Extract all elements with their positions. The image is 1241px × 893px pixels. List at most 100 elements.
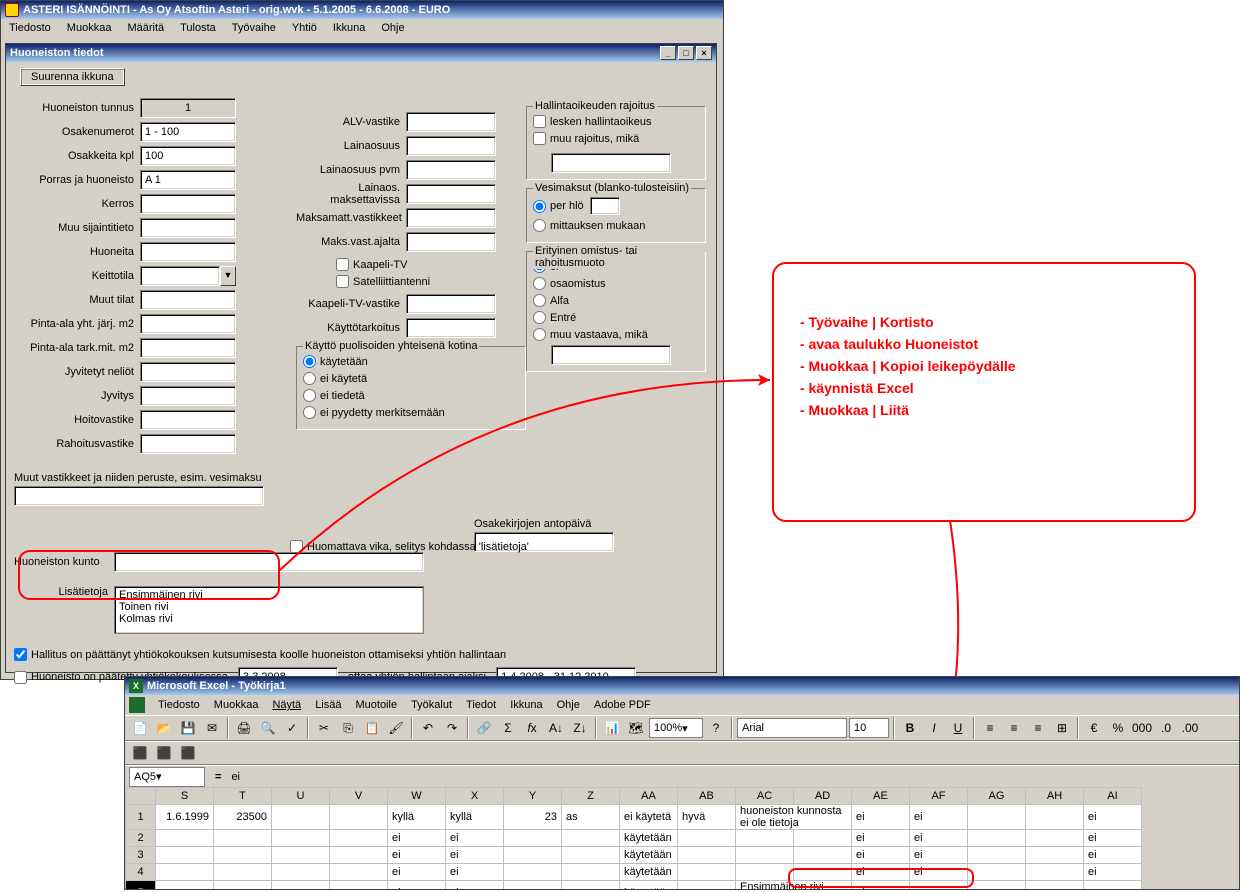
- print-icon[interactable]: 🖨: [233, 717, 255, 739]
- hallitus-checkbox[interactable]: [14, 648, 27, 661]
- e-entre-radio[interactable]: [533, 311, 546, 324]
- huoneita-field[interactable]: [140, 242, 236, 262]
- zoom-combo[interactable]: 100% ▾: [649, 718, 703, 738]
- rahoitusvastike-field[interactable]: [140, 434, 236, 454]
- xmenu-tyokalut[interactable]: Työkalut: [404, 696, 459, 714]
- percent-icon[interactable]: %: [1107, 717, 1129, 739]
- muutilat-field[interactable]: [140, 290, 236, 310]
- sum-icon[interactable]: Σ: [497, 717, 519, 739]
- inc-decimal-icon[interactable]: .0: [1155, 717, 1177, 739]
- eitiedeta-radio[interactable]: [303, 389, 316, 402]
- kerros-field[interactable]: [140, 194, 236, 214]
- merge-icon[interactable]: ⊞: [1051, 717, 1073, 739]
- jyvitys-field[interactable]: [140, 386, 236, 406]
- xmenu-nayta[interactable]: Näytä: [265, 696, 308, 714]
- menu-yhtio[interactable]: Yhtiö: [284, 19, 325, 39]
- e-muu-field[interactable]: [551, 345, 671, 365]
- cell-ref-box[interactable]: AQ5 ▾: [129, 767, 205, 787]
- dec-decimal-icon[interactable]: .00: [1179, 717, 1201, 739]
- pdf2-icon[interactable]: ⬛: [153, 742, 175, 764]
- xmenu-tiedot[interactable]: Tiedot: [459, 696, 503, 714]
- eipyydetty-radio[interactable]: [303, 406, 316, 419]
- new-icon[interactable]: 📄: [129, 717, 151, 739]
- bold-icon[interactable]: B: [899, 717, 921, 739]
- fx-icon[interactable]: fx: [521, 717, 543, 739]
- keittotila-dropdown-icon[interactable]: ▼: [220, 266, 236, 286]
- menu-maarita[interactable]: Määritä: [119, 19, 172, 39]
- col-S[interactable]: S: [156, 788, 214, 805]
- underline-icon[interactable]: U: [947, 717, 969, 739]
- col-Y[interactable]: Y: [504, 788, 562, 805]
- huomattava-checkbox[interactable]: [290, 540, 303, 553]
- col-AD[interactable]: AD: [794, 788, 852, 805]
- col-AF[interactable]: AF: [910, 788, 968, 805]
- muut-vastikkeet-field[interactable]: [14, 486, 264, 506]
- col-AH[interactable]: AH: [1026, 788, 1084, 805]
- align-left-icon[interactable]: ≡: [979, 717, 1001, 739]
- sub-title-bar[interactable]: Huoneiston tiedot _ □ ×: [6, 44, 716, 62]
- menu-muokkaa[interactable]: Muokkaa: [59, 19, 120, 39]
- vesi-mitt-radio[interactable]: [533, 219, 546, 232]
- col-AA[interactable]: AA: [620, 788, 678, 805]
- menu-tulosta[interactable]: Tulosta: [172, 19, 224, 39]
- xmenu-ikkuna[interactable]: Ikkuna: [503, 696, 549, 714]
- col-AE[interactable]: AE: [852, 788, 910, 805]
- kayttotark-field[interactable]: [406, 318, 496, 338]
- col-W[interactable]: W: [388, 788, 446, 805]
- undo-icon[interactable]: ↶: [417, 717, 439, 739]
- porras-field[interactable]: [140, 170, 236, 190]
- satelliitti-checkbox[interactable]: [336, 275, 349, 288]
- menu-tyovaihe[interactable]: Työvaihe: [224, 19, 284, 39]
- maksvast-field[interactable]: [406, 232, 496, 252]
- lainamak-field[interactable]: [406, 184, 496, 204]
- e-osa-radio[interactable]: [533, 277, 546, 290]
- lesken-checkbox[interactable]: [533, 115, 546, 128]
- pdf-icon[interactable]: ⬛: [129, 742, 151, 764]
- tunnus-field[interactable]: [140, 98, 236, 118]
- kaapelitv-field[interactable]: [406, 294, 496, 314]
- xmenu-adobe[interactable]: Adobe PDF: [587, 696, 658, 714]
- save-icon[interactable]: 💾: [177, 717, 199, 739]
- col-Z[interactable]: Z: [562, 788, 620, 805]
- col-U[interactable]: U: [272, 788, 330, 805]
- kaytetaan-radio[interactable]: [303, 355, 316, 368]
- menu-tiedosto[interactable]: Tiedosto: [1, 19, 59, 39]
- maximize-button[interactable]: □: [678, 46, 694, 60]
- eikayteta-radio[interactable]: [303, 372, 316, 385]
- muurajoitus-field[interactable]: [551, 153, 671, 173]
- open-icon[interactable]: 📂: [153, 717, 175, 739]
- italic-icon[interactable]: I: [923, 717, 945, 739]
- col-AG[interactable]: AG: [968, 788, 1026, 805]
- help-icon[interactable]: ?: [705, 717, 727, 739]
- cut-icon[interactable]: ✂: [313, 717, 335, 739]
- size-combo[interactable]: 10: [849, 718, 889, 738]
- format-icon[interactable]: 🖌: [385, 717, 407, 739]
- paatetty-checkbox[interactable]: [14, 671, 27, 684]
- col-AC[interactable]: AC: [736, 788, 794, 805]
- col-T[interactable]: T: [214, 788, 272, 805]
- osakkeita-kpl-field[interactable]: [140, 146, 236, 166]
- xmenu-tiedosto[interactable]: Tiedosto: [151, 696, 207, 714]
- currency-icon[interactable]: €: [1083, 717, 1105, 739]
- minimize-button[interactable]: _: [660, 46, 676, 60]
- e-alfa-radio[interactable]: [533, 294, 546, 307]
- enlarge-button[interactable]: Suurenna ikkuna: [20, 68, 125, 86]
- mail-icon[interactable]: ✉: [201, 717, 223, 739]
- paste-icon[interactable]: 📋: [361, 717, 383, 739]
- col-V[interactable]: V: [330, 788, 388, 805]
- vesi-perhlo-radio[interactable]: [533, 200, 546, 213]
- xmenu-muotoile[interactable]: Muotoile: [348, 696, 404, 714]
- comma-icon[interactable]: 000: [1131, 717, 1153, 739]
- spell-icon[interactable]: ✓: [281, 717, 303, 739]
- sijainti-field[interactable]: [140, 218, 236, 238]
- corner-cell[interactable]: [126, 788, 156, 805]
- excel-title-bar[interactable]: X Microsoft Excel - Työkirja1: [125, 677, 1239, 695]
- hoitovastike-field[interactable]: [140, 410, 236, 430]
- xmenu-ohje[interactable]: Ohje: [550, 696, 587, 714]
- menu-ohje[interactable]: Ohje: [373, 19, 412, 39]
- align-right-icon[interactable]: ≡: [1027, 717, 1049, 739]
- map-icon[interactable]: 🗺: [625, 717, 647, 739]
- osakenumerot-field[interactable]: [140, 122, 236, 142]
- link-icon[interactable]: 🔗: [473, 717, 495, 739]
- col-AI[interactable]: AI: [1084, 788, 1142, 805]
